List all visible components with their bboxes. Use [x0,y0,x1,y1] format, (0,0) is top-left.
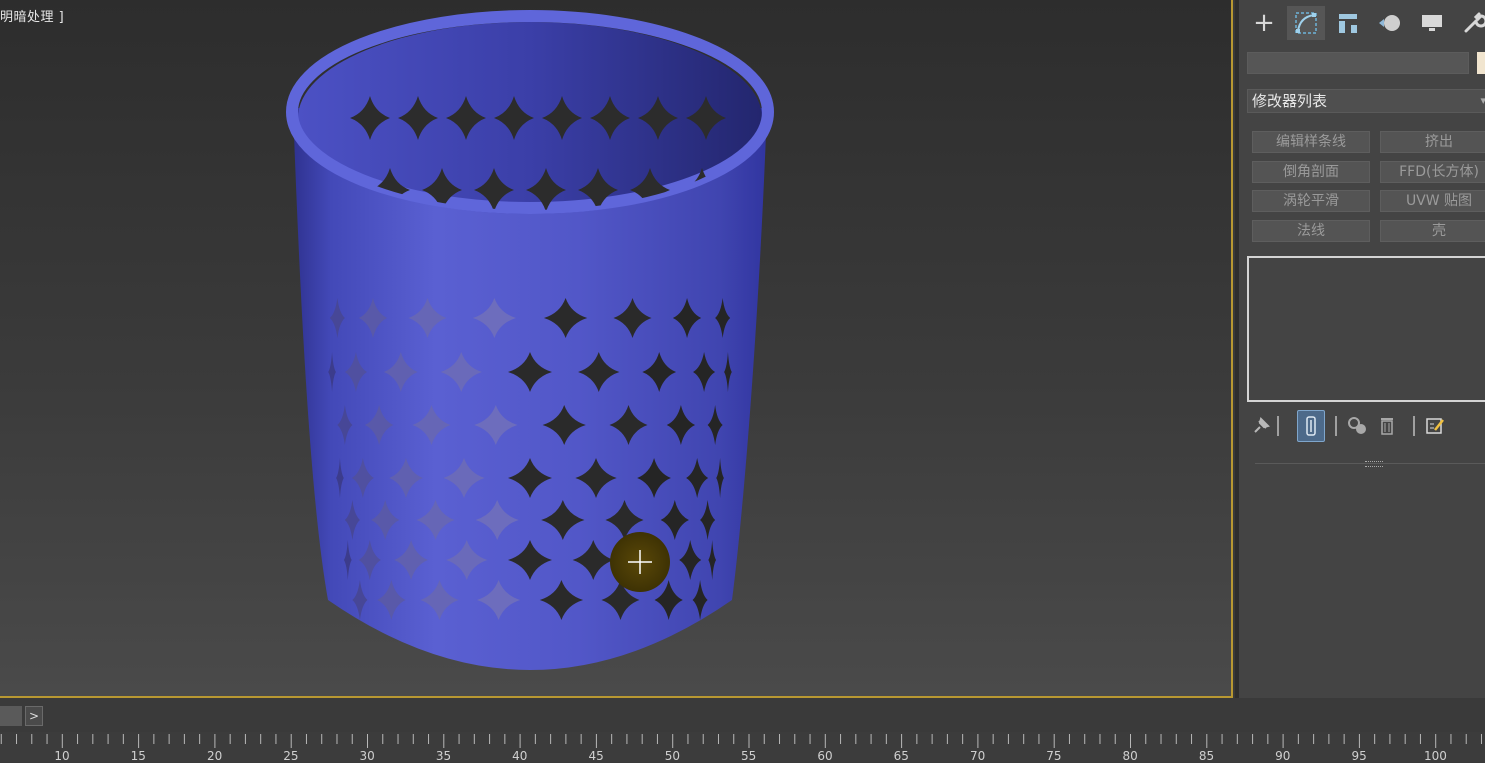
toolbar-separator [1335,416,1337,436]
pen-holder-model[interactable] [0,0,1231,696]
ruler-tick-label: 90 [1275,749,1291,763]
modifier-stack-toolbar [1247,410,1485,442]
remove-modifier-icon [1381,418,1393,435]
command-panel-tabs: + [1241,6,1485,40]
perspective-viewport[interactable]: 明暗处理 ] [0,0,1233,698]
modifier-list-label: 修改器列表 [1252,92,1328,110]
configure-modifier-sets-button[interactable] [1423,410,1447,442]
wrench-icon [1464,12,1485,33]
ruler-tick-label: 80 [1122,749,1138,763]
hierarchy-icon [1339,14,1357,33]
ruler-tick-label: 25 [283,749,299,763]
display-tab[interactable] [1413,6,1451,40]
modifier-list-dropdown[interactable]: 修改器列表 ▾ [1247,89,1485,113]
ruler-tick-label: 100 [1423,749,1447,763]
utilities-tab[interactable] [1455,6,1485,40]
chevron-down-icon: ▾ [1480,94,1485,107]
ruler-tick-label: 35 [435,749,452,763]
ruler-tick-label: 40 [512,749,528,763]
modifier-button-shell[interactable]: 壳 [1380,220,1485,242]
ruler-tick-label: 85 [1198,749,1215,763]
ruler-tick-label: 70 [969,749,986,763]
object-name-field[interactable] [1247,52,1469,74]
show-end-result-icon [1306,416,1316,436]
modifier-button-ffd-box[interactable]: FFD(长方体) [1380,161,1485,183]
show-end-result-button[interactable] [1297,410,1325,442]
viewport-shading-label[interactable]: 明暗处理 ] [0,6,64,25]
modify-curve-icon [1295,12,1317,34]
create-tab[interactable]: + [1245,6,1283,40]
motion-tab[interactable] [1371,6,1409,40]
hierarchy-tab[interactable] [1329,6,1367,40]
ruler-tick-label: 45 [588,749,604,763]
display-monitor-icon [1422,15,1442,31]
time-slider-thumb[interactable] [0,706,22,726]
ruler-tick-label: 30 [359,749,375,763]
modifier-button-normal[interactable]: 法线 [1252,220,1370,242]
modify-tab[interactable] [1287,6,1325,40]
ruler-tick-label: 15 [130,749,146,763]
ruler-tick-label: 60 [817,749,833,763]
toolbar-separator [1277,416,1279,436]
track-bar-ruler[interactable]: 10 15 20 25 30 35 40 45 50 55 60 65 70 75 80 85 90 95 100 [0,732,1485,763]
remove-modifier-button[interactable] [1375,410,1399,442]
modifier-button-edit-spline[interactable]: 编辑样条线 [1252,131,1370,153]
next-frame-button[interactable]: > [25,706,43,726]
modifier-stack-list[interactable] [1247,256,1485,402]
modifier-button-bevel-profile[interactable]: 倒角剖面 [1252,161,1370,183]
modifier-button-extrude[interactable]: 挤出 [1380,131,1485,153]
modifier-button-uvw-map[interactable]: UVW 贴图 [1380,190,1485,212]
configure-modifier-sets-icon [1426,418,1444,434]
ruler-tick-label: 95 [1351,749,1367,763]
command-panel: + 修改器列表 ▾ 编辑样条线 挤出 倒角剖面 FFD(长方体) 涡轮平滑 UV… [1235,0,1485,698]
rollout-drag-handle[interactable] [1365,461,1383,467]
ruler-tick-label: 50 [664,749,681,763]
modifier-button-turbosmooth[interactable]: 涡轮平滑 [1252,190,1370,212]
ruler-tick-label: 55 [741,749,757,763]
ruler-tick-label: 10 [54,749,70,763]
motion-icon [1379,15,1400,31]
ruler-tick-label: 75 [1046,749,1062,763]
toolbar-separator [1413,416,1415,436]
object-color-swatch[interactable] [1477,52,1485,74]
move-cursor [610,532,670,592]
make-unique-button[interactable] [1345,410,1371,442]
pin-stack-button[interactable] [1249,410,1273,442]
time-slider-track[interactable] [0,700,1485,732]
make-unique-icon [1348,417,1366,434]
pin-stack-icon [1254,417,1270,433]
plus-icon: + [1253,8,1275,38]
ruler-tick-label: 20 [206,749,223,763]
ruler-tick-label: 65 [893,749,909,763]
